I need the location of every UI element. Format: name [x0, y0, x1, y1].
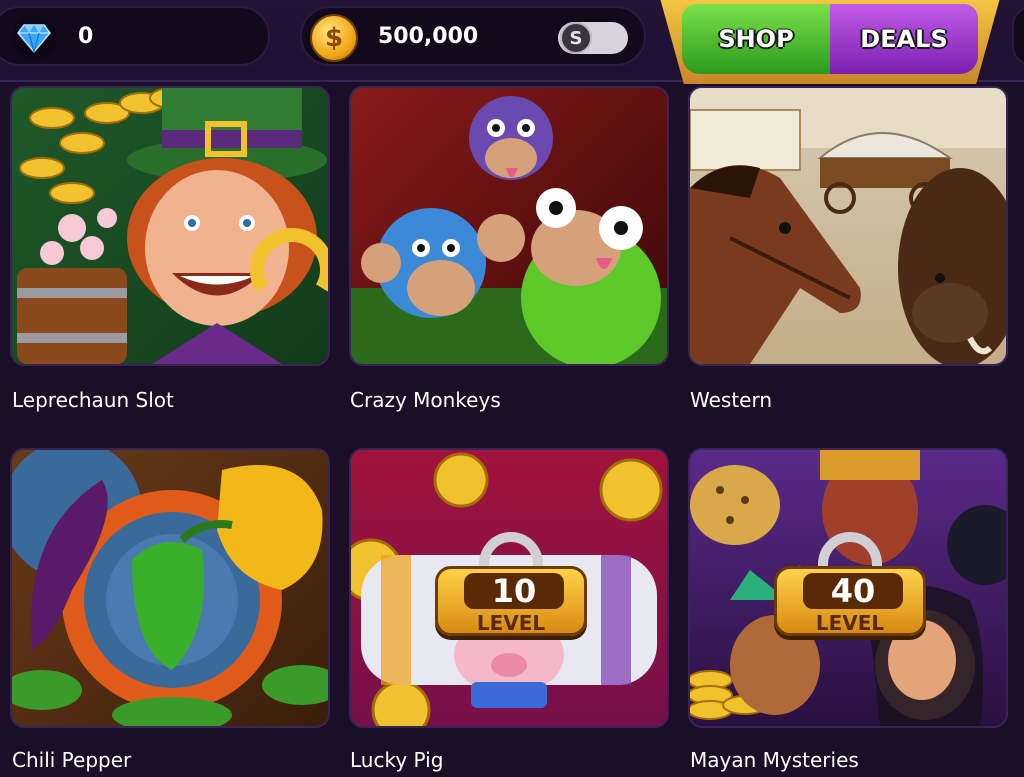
game-tile-chili-pepper[interactable] [10, 448, 330, 728]
game-title: Leprechaun Slot [12, 388, 174, 412]
monkeys-artwork [351, 96, 667, 364]
game-title: Western [690, 388, 773, 412]
game-title: Chili Pepper [12, 748, 132, 772]
game-title: Crazy Monkeys [350, 388, 501, 412]
coin-count: 500,000 [378, 24, 479, 49]
toggle-icon: S [560, 22, 592, 54]
shop-button[interactable]: SHOP [682, 4, 830, 74]
level-lock-badge: 40 LEVEL [770, 532, 930, 642]
top-bar: 0 $ 500,000 S SHOP DEALS [0, 0, 1024, 84]
coin-icon: $ [310, 14, 358, 62]
game-title: Lucky Pig [350, 748, 444, 772]
coin-balance[interactable]: $ 500,000 S [300, 6, 646, 66]
level-lock-badge: 10 LEVEL [431, 532, 591, 642]
game-tile-mayan-mysteries[interactable]: 40 LEVEL [688, 448, 1008, 728]
leprechaun-artwork [17, 88, 328, 364]
toggle-symbol: S [569, 27, 583, 49]
level-label: LEVEL [815, 611, 885, 635]
western-artwork [690, 88, 1006, 364]
game-tile-leprechaun-slot[interactable] [10, 86, 330, 366]
menu-button-partial[interactable] [1012, 6, 1024, 66]
gem-count: 0 [78, 24, 94, 49]
shop-deals-frame: SHOP DEALS [660, 0, 1000, 84]
deals-button[interactable]: DEALS [830, 4, 978, 74]
diamond-icon [12, 16, 56, 60]
unlock-level: 40 [803, 573, 903, 609]
game-tile-lucky-pig[interactable]: 10 LEVEL [349, 448, 669, 728]
game-tile-crazy-monkeys[interactable] [349, 86, 669, 366]
game-title: Mayan Mysteries [690, 748, 859, 772]
coin-symbol: $ [324, 23, 344, 53]
game-tile-western[interactable] [688, 86, 1008, 366]
currency-toggle[interactable]: S [558, 22, 628, 54]
unlock-level: 10 [464, 573, 564, 609]
level-label: LEVEL [476, 611, 546, 635]
gem-balance[interactable]: 0 [0, 6, 270, 66]
chili-artwork [12, 450, 328, 726]
